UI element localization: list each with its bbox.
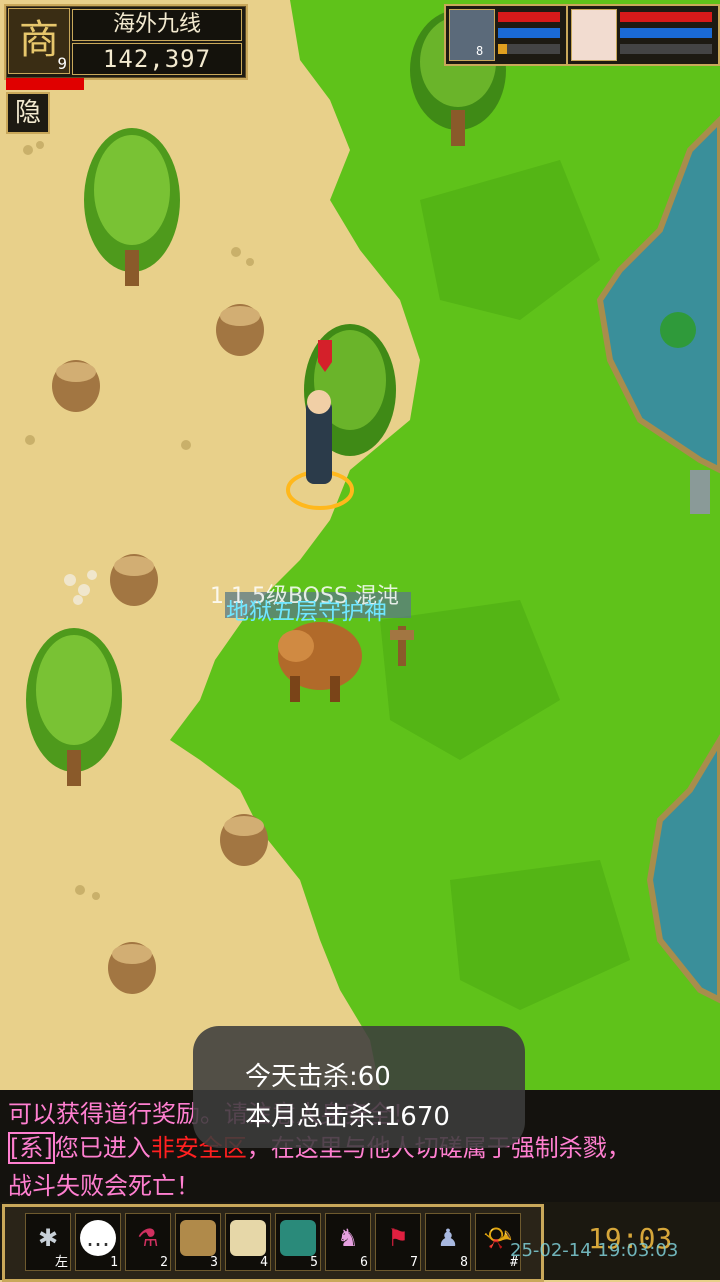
kill-count-toast: 今天击杀:60 本月总击杀:1670 — [193, 1026, 525, 1148]
chat-text: 您已进入 — [54, 1134, 151, 1162]
party-hp-bar — [620, 12, 712, 22]
slot-team[interactable]: ♟ 8 — [425, 1213, 471, 1271]
game-map[interactable] — [0, 0, 720, 1090]
system-tag: [系] — [8, 1132, 55, 1164]
today-kills: 今天击杀:60 — [245, 1062, 391, 1092]
slot-scroll[interactable]: 4 — [225, 1213, 271, 1271]
gold-amount: 142,397 — [72, 43, 242, 75]
lily-pad — [660, 312, 696, 348]
slot-chat[interactable]: … 1 — [75, 1213, 121, 1271]
flag-icon: ⚑ — [387, 1224, 409, 1252]
party-xp-bar — [498, 44, 560, 54]
pet-icon: ♞ — [337, 1224, 359, 1252]
potion-icon: ⚗ — [137, 1224, 159, 1252]
slot-flag[interactable]: ⚑ 7 — [375, 1213, 421, 1271]
card-icon — [280, 1220, 316, 1256]
tree-stump — [110, 554, 158, 606]
player-hp-bar — [6, 78, 84, 90]
party-mp-bar — [620, 28, 712, 38]
skill-bar: ✱ 左 … 1 ⚗ 2 3 4 5 ♞ 6 ⚑ 7 ♟ 8 📯 # — [2, 1204, 544, 1282]
tree-stump — [108, 942, 156, 994]
slot-bag[interactable]: 3 — [175, 1213, 221, 1271]
tree-stump — [220, 814, 268, 866]
hide-ui-button[interactable]: 隐 — [6, 92, 50, 134]
player-level: 9 — [57, 54, 67, 73]
party-member-2[interactable] — [566, 4, 720, 66]
portrait-glyph: 商 — [19, 17, 59, 63]
slot-settings[interactable]: ✱ 左 — [25, 1213, 71, 1271]
party-member-portrait — [571, 9, 617, 61]
party-hp-bar — [498, 12, 560, 22]
party-xp-fill — [498, 44, 507, 54]
chat-bubble-icon: … — [80, 1220, 116, 1256]
scroll-icon — [230, 1220, 266, 1256]
party-xp-bar — [620, 44, 712, 54]
tree-stump — [52, 360, 100, 412]
tree-stump — [216, 304, 264, 356]
slot-potion[interactable]: ⚗ 2 — [125, 1213, 171, 1271]
player-portrait[interactable]: 商 9 — [8, 8, 70, 74]
bag-icon — [180, 1220, 216, 1256]
month-kills: 本月总击杀:1670 — [245, 1102, 450, 1132]
party-member-portrait — [449, 9, 495, 61]
screenshot-timestamp: 25-02-14 19:03:03 — [510, 1240, 679, 1261]
stone-pillar — [690, 470, 710, 514]
slot-pet[interactable]: ♞ 6 — [325, 1213, 371, 1271]
party-member-1[interactable]: 8 — [444, 4, 568, 66]
server-name: 海外九线 — [72, 9, 242, 41]
chat-line: 战斗失败会死亡！ — [8, 1172, 200, 1200]
party-mp-bar — [498, 28, 560, 38]
bottom-bar: ✱ 左 … 1 ⚗ 2 3 4 5 ♞ 6 ⚑ 7 ♟ 8 📯 # 19:03 25-02-1… — [0, 1202, 720, 1282]
team-icon: ♟ — [437, 1224, 459, 1252]
party-member-level: 8 — [476, 44, 484, 58]
player-status-panel[interactable]: 商 9 海外九线 142,397 — [4, 4, 248, 80]
npc-name-label: 地狱五层守护神 — [226, 599, 387, 625]
slot-card[interactable]: 5 — [275, 1213, 321, 1271]
